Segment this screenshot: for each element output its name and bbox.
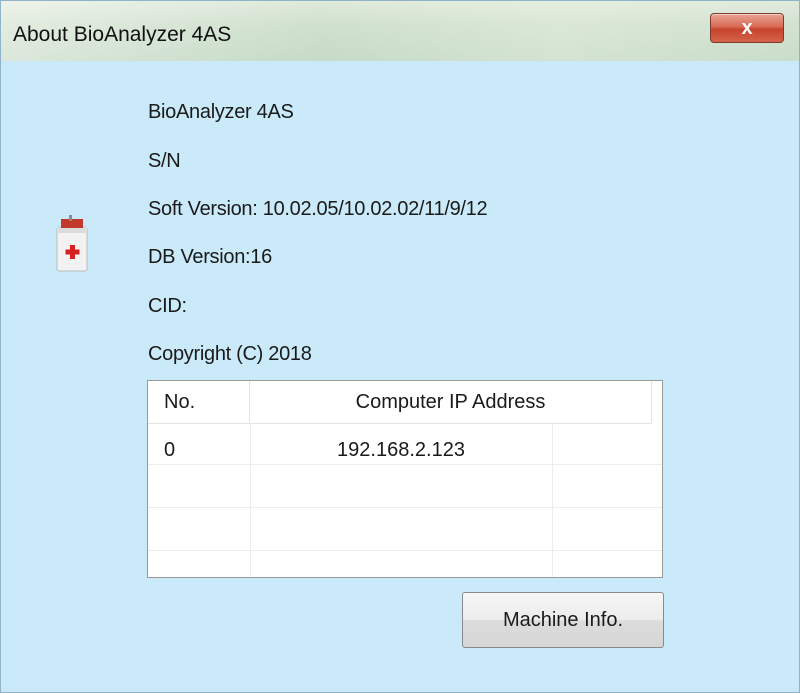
row-divider — [148, 550, 662, 551]
close-button[interactable]: x — [710, 13, 784, 43]
column-header-no[interactable]: No. — [148, 381, 250, 424]
serial-number: S/N — [148, 150, 181, 172]
row-divider — [148, 464, 662, 465]
column-header-ip[interactable]: Computer IP Address — [250, 381, 652, 424]
db-version: DB Version:16 — [148, 246, 272, 268]
window-title: About BioAnalyzer 4AS — [13, 23, 232, 46]
title-bar[interactable]: About BioAnalyzer 4AS x — [1, 1, 799, 61]
product-name: BioAnalyzer 4AS — [148, 101, 294, 123]
dialog-body — [9, 61, 794, 686]
copyright: Copyright (C) 2018 — [148, 343, 312, 365]
row-divider — [148, 507, 662, 508]
first-aid-kit-icon — [56, 215, 88, 272]
about-dialog: About BioAnalyzer 4AS x BioAnalyzer 4AS … — [0, 0, 800, 693]
close-icon: x — [741, 16, 753, 39]
machine-info-button[interactable]: Machine Info. — [462, 592, 664, 648]
cid: CID: — [148, 295, 187, 317]
row-ip: 192.168.2.123 — [337, 439, 465, 461]
ip-address-table[interactable]: No. Computer IP Address 0 192.168.2.123 — [147, 380, 663, 578]
column-divider — [552, 424, 553, 577]
row-no: 0 — [164, 439, 176, 461]
soft-version: Soft Version: 10.02.05/10.02.02/11/9/12 — [148, 198, 488, 220]
